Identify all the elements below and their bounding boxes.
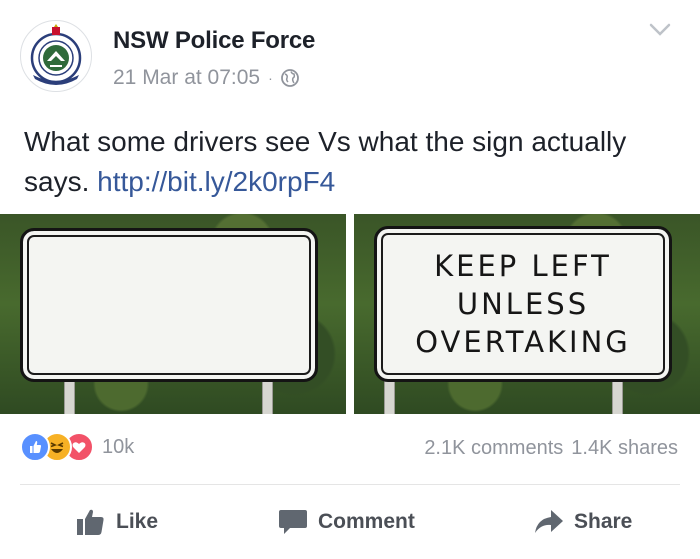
comment-label: Comment (318, 510, 415, 533)
blank-road-sign (20, 228, 318, 382)
keep-left-road-sign: KEEP LEFT UNLESS OVERTAKING (374, 226, 672, 382)
post-message: What some drivers see Vs what the sign a… (24, 122, 684, 202)
nsw-police-badge-icon (30, 24, 82, 85)
facebook-post: NSW Police Force 21 Mar at 07:05 · What … (0, 0, 700, 559)
photo-blank-sign[interactable] (0, 214, 346, 414)
like-reaction-icon (20, 432, 50, 462)
photo-keep-left-sign[interactable]: KEEP LEFT UNLESS OVERTAKING (354, 214, 700, 414)
share-label: Share (574, 510, 633, 533)
comment-button[interactable]: Comment (278, 496, 415, 548)
post-link[interactable]: http://bit.ly/2k0rpF4 (97, 166, 335, 197)
like-label: Like (116, 510, 159, 533)
globe-icon[interactable] (280, 69, 299, 87)
divider (20, 484, 680, 485)
meta-separator: · (268, 70, 273, 86)
like-button[interactable]: Like (76, 496, 158, 548)
post-meta: 21 Mar at 07:05 · (113, 66, 299, 90)
reactions-summary[interactable]: 10k (20, 432, 134, 462)
page-avatar[interactable] (20, 20, 92, 92)
reaction-count: 10k (102, 435, 135, 458)
action-bar: Like Comment Share (0, 496, 700, 548)
sign-text: KEEP LEFT UNLESS OVERTAKING (415, 249, 631, 359)
engagement-counts: 2.1K comments 1.4K shares (424, 437, 678, 460)
share-arrow-icon (535, 510, 563, 533)
share-button[interactable]: Share (534, 496, 632, 548)
post-timestamp[interactable]: 21 Mar at 07:05 (113, 66, 260, 90)
comment-icon (279, 510, 307, 534)
chevron-down-icon[interactable] (648, 22, 672, 38)
thumbs-up-icon (77, 509, 104, 535)
photo-grid: KEEP LEFT UNLESS OVERTAKING (0, 214, 700, 414)
page-name-link[interactable]: NSW Police Force (113, 27, 315, 55)
shares-count[interactable]: 1.4K shares (571, 437, 678, 460)
comments-count[interactable]: 2.1K comments (424, 437, 563, 460)
